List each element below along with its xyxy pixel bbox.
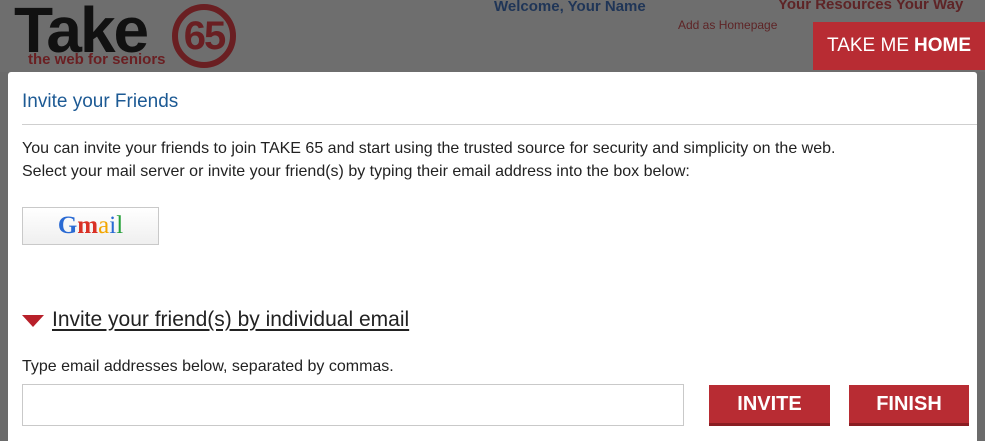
site-header: Take 65 the web for seniors Welcome, You… (0, 0, 985, 72)
invite-friends-dialog: Invite your Friends You can invite your … (8, 72, 977, 441)
title-divider (22, 124, 977, 125)
section-title: Invite your friend(s) by individual emai… (52, 308, 410, 331)
expand-triangle-icon (22, 315, 44, 327)
logo-tagline: the web for seniors (28, 51, 166, 68)
logo-number: 65 (172, 4, 236, 68)
take65-logo[interactable]: Take 65 the web for seniors (14, 0, 244, 72)
finish-button[interactable]: FINISH (849, 385, 969, 426)
welcome-text: Welcome, Your Name (494, 0, 646, 15)
gmail-icon: Gmail (57, 212, 124, 239)
dialog-title: Invite your Friends (22, 91, 179, 112)
take-me-home-button[interactable]: TAKE ME HOME (813, 22, 985, 70)
take-me-home-bold: HOME (914, 35, 971, 56)
take-me-home-prefix: TAKE ME (827, 35, 909, 56)
resources-tagline: Your Resources Your Way (778, 0, 964, 13)
individual-email-section-toggle[interactable]: Invite your friend(s) by individual emai… (22, 308, 409, 332)
intro-line-2: Select your mail server or invite your f… (22, 163, 690, 180)
gmail-button[interactable]: Gmail (22, 207, 159, 245)
intro-line-1: You can invite your friends to join TAKE… (22, 140, 836, 157)
intro-text: You can invite your friends to join TAKE… (22, 137, 967, 183)
email-hint: Type email addresses below, separated by… (22, 358, 394, 375)
invite-button[interactable]: INVITE (709, 385, 830, 426)
add-homepage-link[interactable]: Add as Homepage (678, 18, 777, 32)
email-input[interactable] (22, 384, 684, 426)
